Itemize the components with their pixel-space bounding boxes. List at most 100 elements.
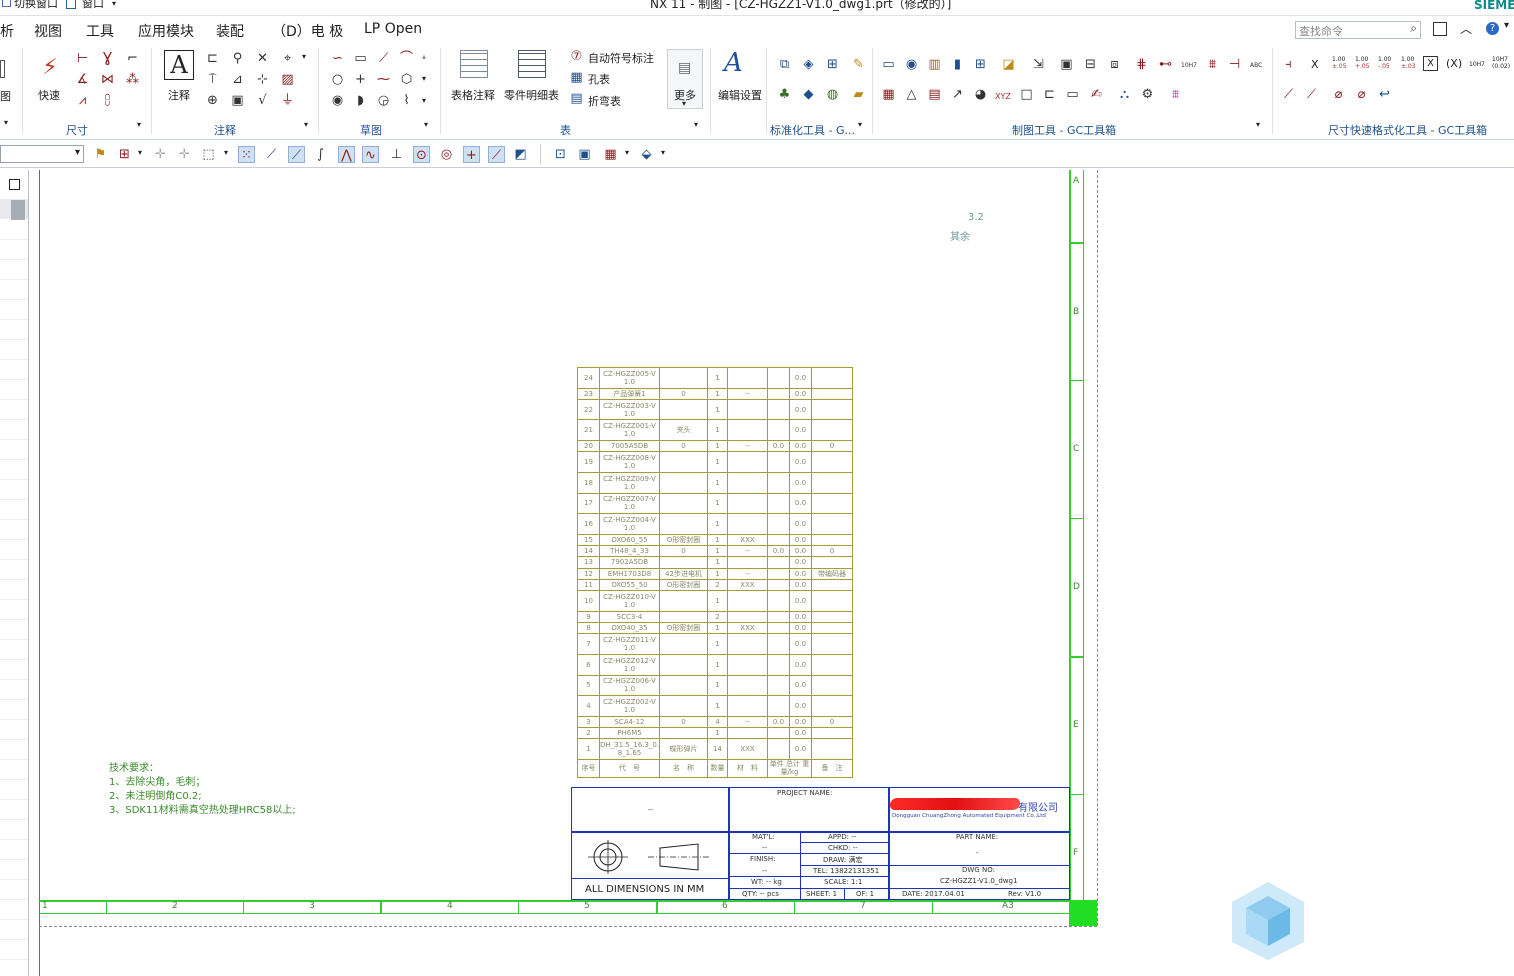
dim-format-1-icon[interactable]: ⫞ <box>1280 56 1297 73</box>
ribbon-partial-dropdown-icon[interactable]: ▾ <box>4 118 8 127</box>
gc-tool-24-icon[interactable]: ⊏ <box>1041 86 1058 103</box>
selection-scope-icon[interactable]: ⊞ <box>116 146 133 163</box>
dim-format-10-icon[interactable]: ⟋ <box>1280 86 1297 103</box>
linear-dim-icon[interactable]: ⊢ <box>74 50 91 67</box>
navigator-row[interactable] <box>0 740 28 760</box>
parts-list-label[interactable]: 零件明细表 <box>504 87 559 103</box>
navigator-row[interactable] <box>0 220 28 240</box>
std-tool-6-icon[interactable]: ◆ <box>800 86 817 103</box>
quick-dimension-label[interactable]: 快速 <box>38 87 60 103</box>
datum-target-icon[interactable]: ⊿ <box>229 71 246 88</box>
dim-format-11-icon[interactable]: ⟋ <box>1303 86 1320 103</box>
quick-dimension-icon[interactable]: ⚡ <box>34 54 66 82</box>
note-label[interactable]: 注释 <box>168 87 190 103</box>
std-tool-1-icon[interactable]: ⧉ <box>776 56 793 73</box>
drafting-tools-dropdown-icon[interactable]: ▾ <box>1256 120 1260 129</box>
gc-tool-21-icon[interactable]: ◕ <box>972 86 989 103</box>
dim-format-6-icon[interactable]: X <box>1423 56 1438 71</box>
gc-tool-16-icon[interactable]: ABC <box>1250 62 1262 69</box>
dim-format-x-icon[interactable]: X <box>1311 58 1319 71</box>
navigator-row[interactable] <box>0 860 28 880</box>
navigator-row[interactable] <box>0 920 28 940</box>
navigator-row[interactable] <box>0 300 28 320</box>
table-row[interactable]: 23 产品弹簧1 0 1 -- 0.0 <box>577 387 853 400</box>
sketch-scroll-up-icon[interactable]: ▴ <box>422 52 426 61</box>
dimension-group-dropdown-icon[interactable]: ▾ <box>137 120 141 129</box>
window-dropdown-icon[interactable]: ▾ <box>112 0 116 11</box>
fit-window-icon[interactable] <box>1433 22 1447 36</box>
point-icon[interactable]: + <box>352 71 369 88</box>
gc-tool-7-icon[interactable]: ⇲ <box>1030 56 1047 73</box>
gc-tool-2-icon[interactable]: ◉ <box>903 56 920 73</box>
menu-view[interactable]: 视图 <box>34 21 62 41</box>
line-icon[interactable]: ⟋ <box>375 50 392 67</box>
navigator-row[interactable] <box>0 800 28 820</box>
select-body-icon[interactable]: ✛ <box>176 146 193 163</box>
gc-tool-13-icon[interactable]: 10H7 <box>1181 62 1197 69</box>
dim-format-2-icon[interactable]: 1.00 ±.05 <box>1332 56 1347 70</box>
std-tool-3-icon[interactable]: ⊞ <box>824 56 841 73</box>
menu-analysis-partial[interactable]: 析 <box>0 21 14 41</box>
image-icon[interactable]: ▣ <box>229 92 246 109</box>
gc-tool-10-icon[interactable]: ⧈ <box>1106 56 1123 73</box>
weld-symbol-icon[interactable]: ⏚ <box>279 92 296 109</box>
type-filter-dropdown[interactable]: ▾ <box>0 145 84 163</box>
std-tool-2-icon[interactable]: ◈ <box>800 56 817 73</box>
table-group-dropdown-icon[interactable]: ▾ <box>694 120 698 129</box>
xyz-icon[interactable]: XYZ <box>995 92 1011 101</box>
edit-settings-icon[interactable]: A <box>724 48 754 80</box>
navigator-row[interactable] <box>0 420 28 440</box>
switch-window-icon[interactable] <box>2 0 11 7</box>
table-row[interactable]: 5 CZ-HGZZ006-V1.0 1 0.0 <box>577 674 853 697</box>
table-row[interactable]: 19 CZ-HGZZ008-V1.0 1 0.0 <box>577 451 853 473</box>
hole-table-icon[interactable]: ▦ <box>568 69 585 86</box>
menu-assembly[interactable]: 装配 <box>216 21 244 41</box>
std-tool-7-icon[interactable]: ◍ <box>824 86 841 103</box>
gc-tool-8-icon[interactable]: ▣ <box>1058 56 1075 73</box>
navigator-row[interactable] <box>0 560 28 580</box>
table-row[interactable]: 8 OXO40_35 O形密封圈 1 XXX 0.0 <box>577 622 853 635</box>
snap-endpoint-icon[interactable]: ⟋ <box>263 146 280 163</box>
undo-icon[interactable]: ↩ <box>1376 86 1393 103</box>
dim-format-5-icon[interactable]: 1.00 ±.03 <box>1401 56 1416 70</box>
gc-tool-19-icon[interactable]: ▤ <box>926 86 943 103</box>
snap-quadrant-icon[interactable]: ◎ <box>438 146 455 163</box>
profile-icon[interactable]: ∽ <box>329 50 346 67</box>
table-row[interactable]: 24 CZ-HGZZ005-V1.0 1 0.0 <box>577 367 853 389</box>
thickness-dim-icon[interactable]: ⋈ <box>99 71 116 88</box>
menu-electrode[interactable]: （D）电 极 <box>272 21 343 41</box>
table-note-label[interactable]: 表格注释 <box>451 87 495 103</box>
navigator-row[interactable] <box>0 360 28 380</box>
rectangle-icon[interactable]: ▭ <box>352 50 369 67</box>
center-mark-dropdown-icon[interactable]: ▾ <box>302 52 306 61</box>
conic-icon[interactable]: ◗ <box>352 92 369 109</box>
navigator-row[interactable] <box>0 960 28 976</box>
std-tool-8-icon[interactable]: ▰ <box>850 86 867 103</box>
chamfer-dim-icon[interactable]: ⌐ <box>124 50 141 67</box>
navigator-row[interactable] <box>0 280 28 300</box>
dim-format-4-icon[interactable]: 1.00 -.05 <box>1378 56 1391 70</box>
navigator-row[interactable] <box>0 320 28 340</box>
snap-arc-center-icon[interactable]: ⊥ <box>388 146 405 163</box>
std-tool-4-icon[interactable]: ✎ <box>850 56 867 73</box>
view-zoom-icon[interactable]: ▣ <box>576 146 593 163</box>
restore-icon[interactable] <box>9 179 20 190</box>
snap-intersection-icon[interactable]: ⋀ <box>338 146 355 163</box>
navigator-row[interactable] <box>0 600 28 620</box>
annotation-group-dropdown-icon[interactable]: ▾ <box>304 120 308 129</box>
angular-dim-icon[interactable]: ∡ <box>74 71 91 88</box>
table-row[interactable]: 15 OXO60_55 O形密封圈 1 XXX 0.0 <box>577 533 853 547</box>
table-row[interactable]: 7 CZ-HGZZ011-V1.0 1 0.0 <box>577 633 853 656</box>
gc-tool-14-icon[interactable]: ⩩ <box>1204 56 1221 73</box>
balloon-icon[interactable]: ⚲ <box>229 50 246 67</box>
select-feature-icon[interactable]: ✛ <box>152 146 169 163</box>
dim-format-12-icon[interactable]: ⌀ <box>1330 86 1347 103</box>
select-filter-icon[interactable]: ⚑ <box>92 146 109 163</box>
polygon-icon[interactable]: ⬡ <box>398 71 415 88</box>
edit-settings-label[interactable]: 编辑设置 <box>718 87 762 103</box>
std-tools-dropdown-icon[interactable]: ▾ <box>858 120 862 129</box>
navigator-row[interactable] <box>0 620 28 640</box>
navigator-row[interactable] <box>0 900 28 920</box>
gc-tool-25-icon[interactable]: ▭ <box>1064 86 1081 103</box>
gc-tool-23-icon[interactable]: □ <box>1018 86 1035 103</box>
